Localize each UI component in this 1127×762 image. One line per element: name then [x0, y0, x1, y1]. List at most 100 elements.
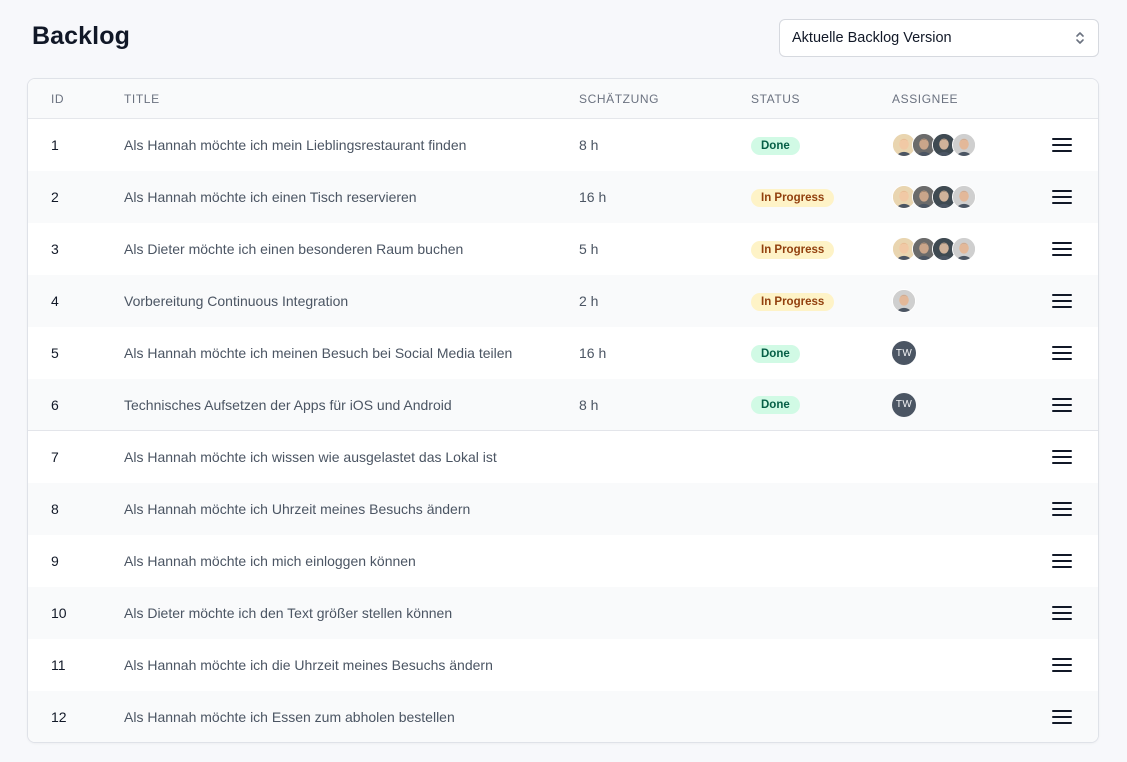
hamburger-menu-icon[interactable] — [1052, 553, 1072, 569]
avatar-group — [892, 237, 1052, 261]
row-actions-cell — [1052, 397, 1098, 413]
row-estimate: 16 h — [579, 345, 607, 361]
avatar-group — [892, 289, 1052, 313]
row-assignee-cell — [892, 289, 1052, 313]
row-assignee-cell: TW — [892, 392, 1052, 417]
status-badge: Done — [751, 136, 800, 155]
row-estimate: 2 h — [579, 293, 599, 309]
row-actions-cell — [1052, 189, 1098, 205]
avatar[interactable] — [952, 185, 976, 209]
avatar[interactable] — [892, 289, 916, 313]
hamburger-menu-icon[interactable] — [1052, 501, 1072, 517]
hamburger-menu-icon[interactable] — [1052, 605, 1072, 621]
header-id: ID — [51, 91, 65, 106]
table-row[interactable]: 6 Technisches Aufsetzen der Apps für iOS … — [28, 379, 1098, 431]
status-badge: In Progress — [751, 292, 835, 311]
row-actions-cell — [1052, 657, 1098, 673]
row-title[interactable]: Als Dieter möchte ich einen besonderen R… — [124, 241, 579, 257]
row-assignee-cell — [892, 237, 1052, 261]
table-row[interactable]: 1 Als Hannah möchte ich mein Lieblingsres… — [28, 119, 1098, 171]
table-row[interactable]: 12 Als Hannah möchte ich Essen zum abhole… — [28, 691, 1098, 742]
hamburger-menu-icon[interactable] — [1052, 397, 1072, 413]
backlog-table: ID TITLE SCHÄTZUNG STATUS ASSIGNEE 1 Als … — [27, 78, 1099, 743]
row-actions-cell — [1052, 137, 1098, 153]
row-actions-cell — [1052, 605, 1098, 621]
status-badge: In Progress — [751, 240, 835, 259]
row-actions-cell — [1052, 345, 1098, 361]
status-badge: In Progress — [751, 188, 835, 207]
row-status-cell: In Progress — [751, 240, 892, 259]
hamburger-menu-icon[interactable] — [1052, 709, 1072, 725]
row-estimate: 5 h — [579, 241, 599, 257]
hamburger-menu-icon[interactable] — [1052, 449, 1072, 465]
header-assignee: ASSIGNEE — [892, 91, 959, 106]
status-badge: Done — [751, 344, 800, 363]
row-status-cell: Done — [751, 395, 892, 414]
row-id: 9 — [51, 553, 59, 569]
avatar[interactable] — [952, 237, 976, 261]
header-status: STATUS — [751, 91, 801, 106]
row-title[interactable]: Als Hannah möchte ich mich einloggen kön… — [124, 553, 579, 569]
table-row[interactable]: 5 Als Hannah möchte ich meinen Besuch bei… — [28, 327, 1098, 379]
avatar-group — [892, 133, 1052, 157]
row-id: 4 — [51, 293, 59, 309]
row-title[interactable]: Als Hannah möchte ich einen Tisch reserv… — [124, 189, 579, 205]
table-row[interactable]: 3 Als Dieter möchte ich einen besonderen … — [28, 223, 1098, 275]
row-id: 7 — [51, 449, 59, 465]
backlog-version-select[interactable]: Aktuelle Backlog Version — [779, 19, 1099, 57]
table-row[interactable]: 11 Als Hannah möchte ich die Uhrzeit mein… — [28, 639, 1098, 691]
row-title[interactable]: Technisches Aufsetzen der Apps für iOS u… — [124, 397, 579, 413]
table-row[interactable]: 8 Als Hannah möchte ich Uhrzeit meines Be… — [28, 483, 1098, 535]
hamburger-menu-icon[interactable] — [1052, 189, 1072, 205]
row-id: 3 — [51, 241, 59, 257]
row-actions-cell — [1052, 449, 1098, 465]
avatar-group: TW — [892, 341, 1052, 365]
row-status-cell: Done — [751, 344, 892, 363]
hamburger-menu-icon[interactable] — [1052, 293, 1072, 309]
row-title[interactable]: Vorbereitung Continuous Integration — [124, 293, 579, 309]
header-estimate: SCHÄTZUNG — [579, 91, 660, 106]
page-title: Backlog — [32, 22, 130, 50]
hamburger-menu-icon[interactable] — [1052, 345, 1072, 361]
avatar[interactable] — [952, 133, 976, 157]
row-title[interactable]: Als Hannah möchte ich mein Lieblingsrest… — [124, 137, 579, 153]
row-status-cell: In Progress — [751, 188, 892, 207]
row-actions-cell — [1052, 709, 1098, 725]
row-title[interactable]: Als Hannah möchte ich meinen Besuch bei … — [124, 345, 579, 361]
avatar-group: TW — [892, 392, 1052, 417]
table-row[interactable]: 2 Als Hannah möchte ich einen Tisch reser… — [28, 171, 1098, 223]
row-id: 12 — [51, 709, 67, 725]
row-actions-cell — [1052, 293, 1098, 309]
backlog-version-value: Aktuelle Backlog Version — [792, 30, 952, 46]
row-actions-cell — [1052, 501, 1098, 517]
row-id: 6 — [51, 396, 59, 413]
chevron-up-down-icon — [1074, 29, 1086, 47]
hamburger-menu-icon[interactable] — [1052, 137, 1072, 153]
row-estimate: 8 h — [579, 396, 599, 413]
avatar-initials[interactable]: TW — [892, 392, 916, 417]
row-actions-cell — [1052, 553, 1098, 569]
table-row[interactable]: 7 Als Hannah möchte ich wissen wie ausgel… — [28, 431, 1098, 483]
table-row[interactable]: 9 Als Hannah möchte ich mich einloggen kö… — [28, 535, 1098, 587]
avatar-initials[interactable]: TW — [892, 341, 916, 365]
row-title[interactable]: Als Hannah möchte ich die Uhrzeit meines… — [124, 657, 579, 673]
table-row[interactable]: 10 Als Dieter möchte ich den Text größer … — [28, 587, 1098, 639]
row-title[interactable]: Als Hannah möchte ich Uhrzeit meines Bes… — [124, 501, 579, 517]
avatar-group — [892, 185, 1052, 209]
hamburger-menu-icon[interactable] — [1052, 657, 1072, 673]
status-badge: Done — [751, 396, 800, 414]
row-assignee-cell: TW — [892, 341, 1052, 365]
table-row[interactable]: 4 Vorbereitung Continuous Integration 2 h I… — [28, 275, 1098, 327]
row-id: 5 — [51, 345, 59, 361]
hamburger-menu-icon[interactable] — [1052, 241, 1072, 257]
row-title[interactable]: Als Hannah möchte ich wissen wie ausgela… — [124, 449, 579, 465]
row-title[interactable]: Als Dieter möchte ich den Text größer st… — [124, 605, 579, 621]
row-id: 8 — [51, 501, 59, 517]
row-title[interactable]: Als Hannah möchte ich Essen zum abholen … — [124, 709, 579, 725]
row-assignee-cell — [892, 133, 1052, 157]
row-id: 1 — [51, 137, 59, 153]
table-header: ID TITLE SCHÄTZUNG STATUS ASSIGNEE — [28, 79, 1098, 119]
row-status-cell: Done — [751, 136, 892, 155]
header-title: TITLE — [124, 91, 160, 106]
row-status-cell: In Progress — [751, 292, 892, 311]
